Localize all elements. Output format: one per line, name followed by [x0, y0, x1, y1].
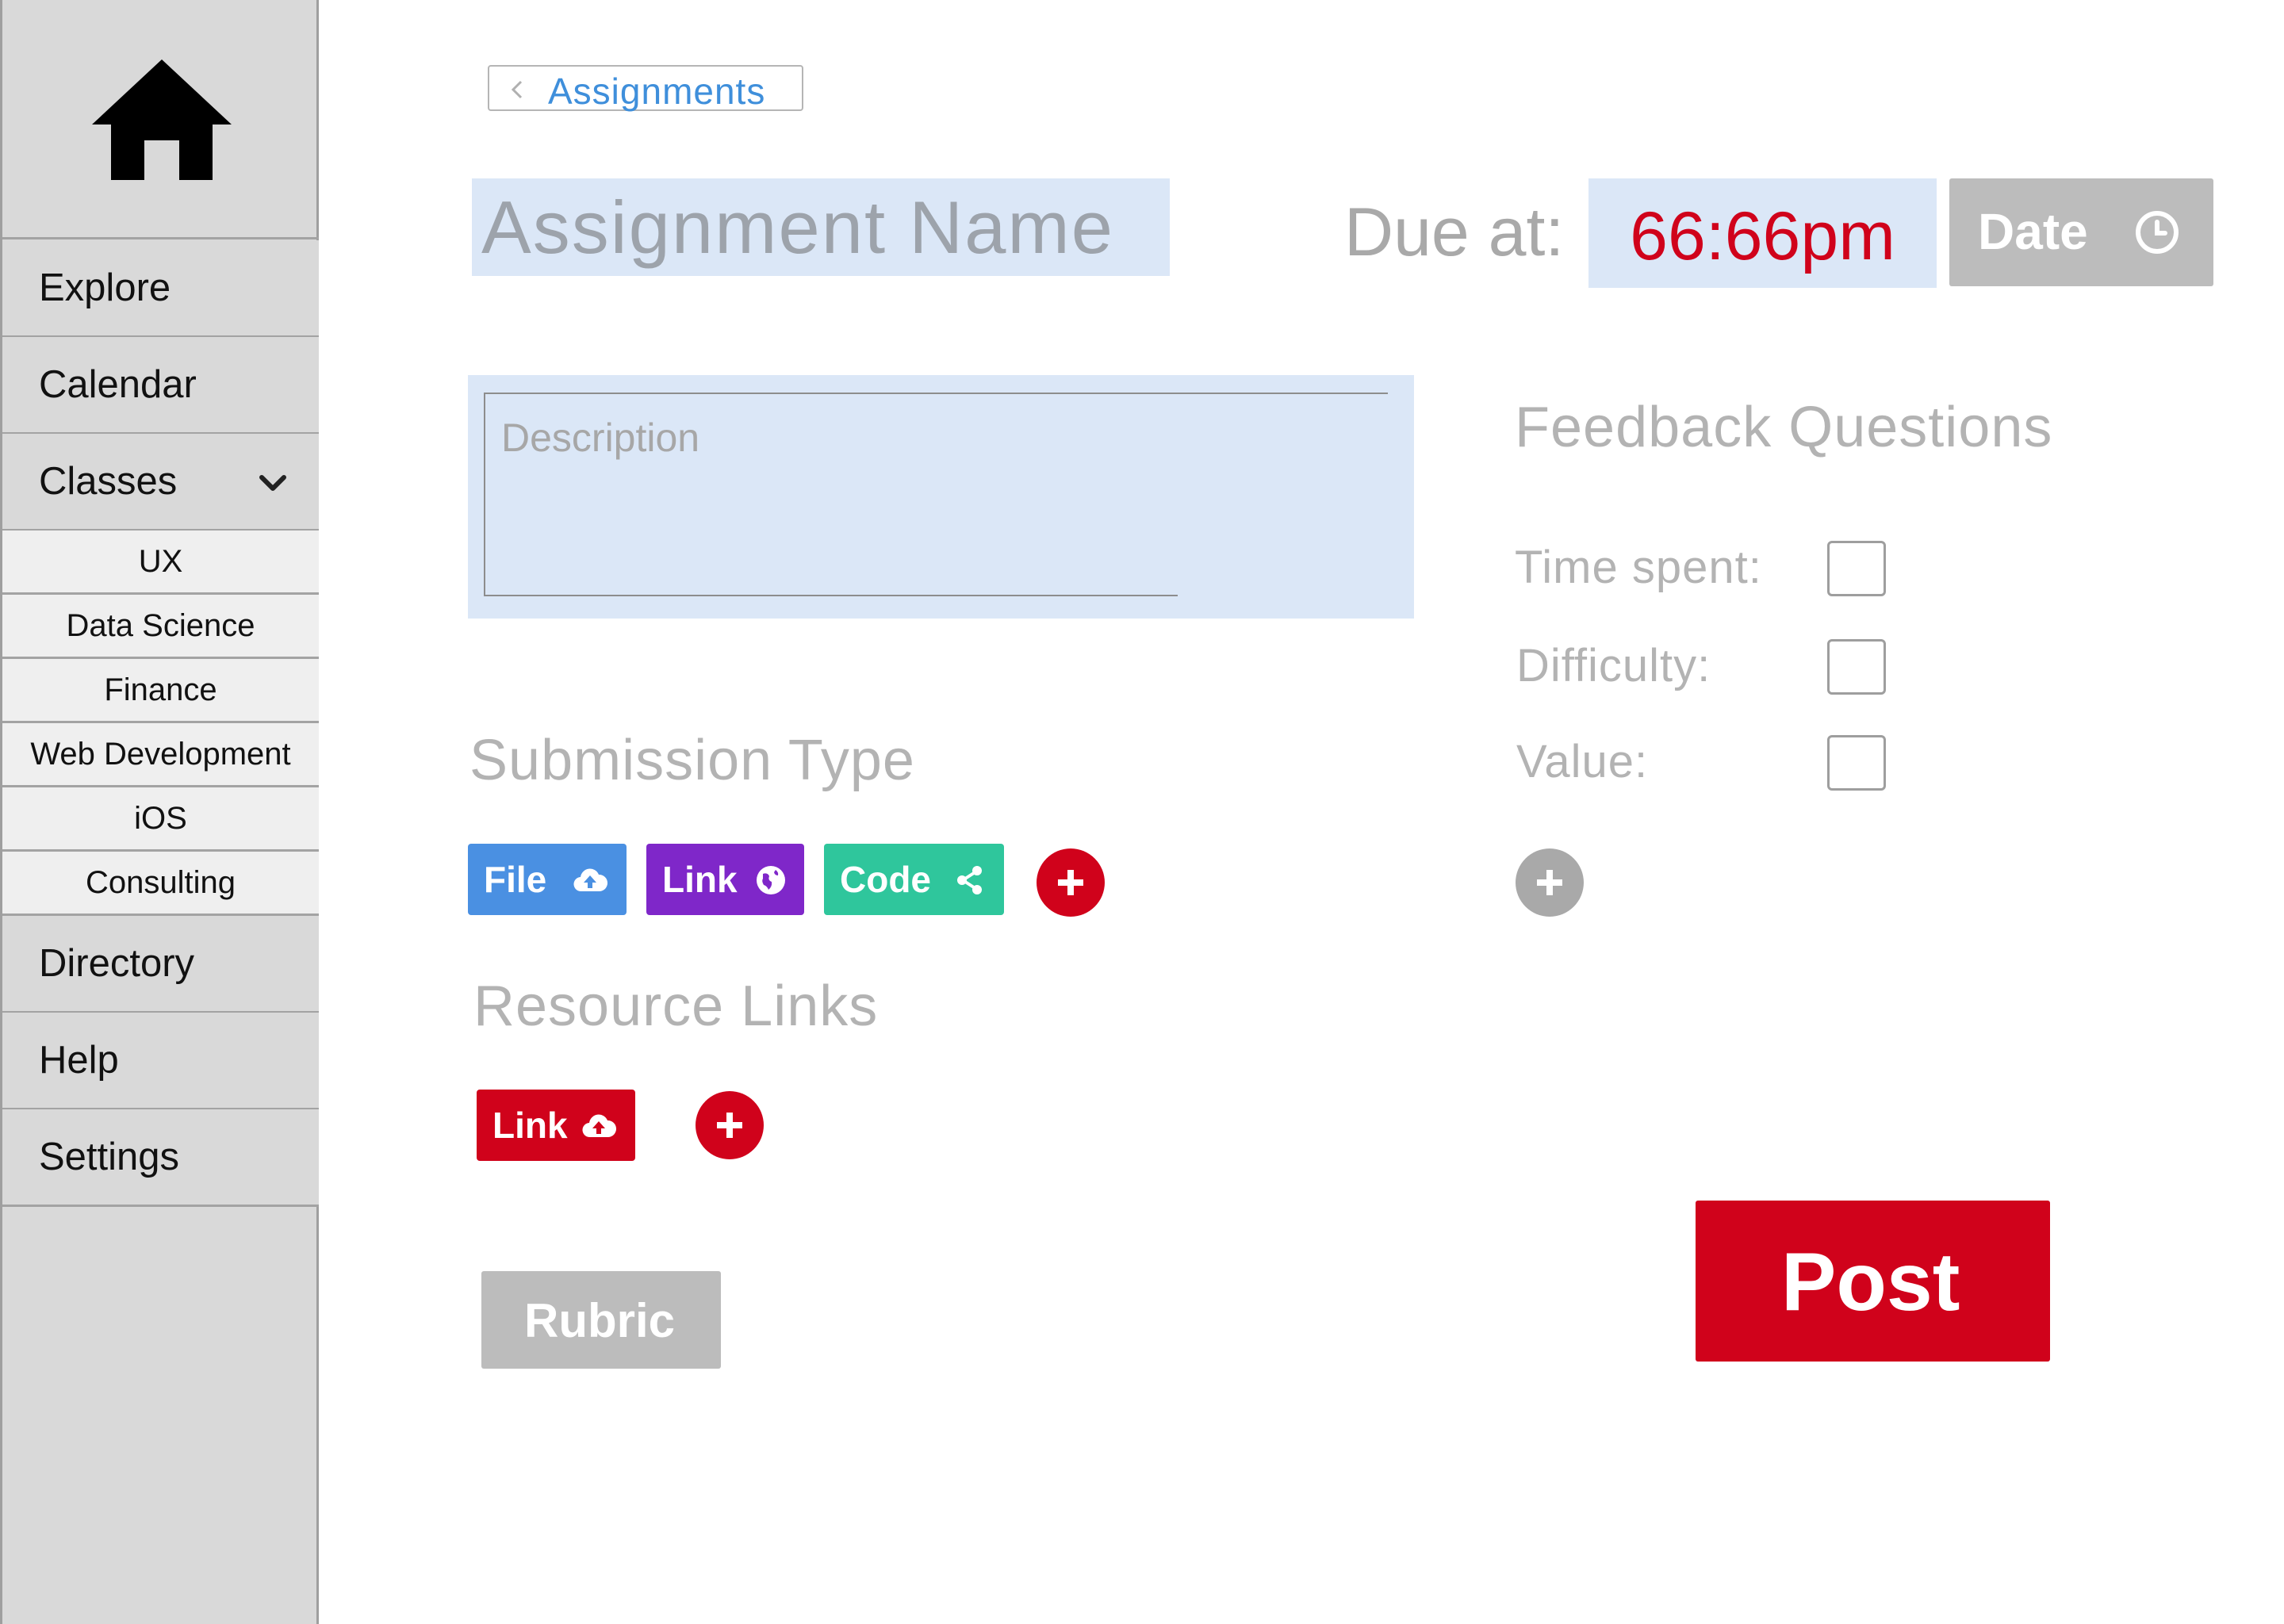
- class-label: Web Development: [30, 736, 291, 772]
- date-picker-button[interactable]: Date: [1949, 178, 2213, 286]
- class-label: Finance: [104, 672, 217, 707]
- plus-icon: [1537, 870, 1562, 895]
- chevron-left-icon: [511, 80, 523, 99]
- cloud-upload-icon: [573, 868, 607, 892]
- sidebar-item-label: Explore: [39, 266, 171, 309]
- back-to-assignments-button[interactable]: Assignments: [488, 65, 803, 112]
- sidebar: Explore Calendar Classes UX Data Science…: [0, 0, 319, 1624]
- description-input[interactable]: [490, 399, 1378, 589]
- sidebar-item-label: Help: [39, 1039, 119, 1082]
- sidebar-item-label: Classes: [39, 460, 178, 503]
- sidebar-item-explore[interactable]: Explore: [2, 240, 319, 338]
- class-label: Consulting: [85, 864, 236, 900]
- plus-icon: [1058, 870, 1083, 895]
- feedback-checkbox-time-spent[interactable]: [1827, 541, 1886, 596]
- home-button[interactable]: [2, 0, 319, 239]
- sidebar-class-finance[interactable]: Finance: [2, 659, 319, 723]
- resource-link-chip[interactable]: Link: [477, 1090, 635, 1161]
- divider: [484, 393, 485, 596]
- due-time-input[interactable]: [1588, 178, 1937, 288]
- class-label: UX: [138, 543, 183, 579]
- sidebar-item-directory[interactable]: Directory: [2, 916, 319, 1013]
- feedback-questions-title: Feedback Questions: [1515, 396, 2053, 459]
- class-label: Data Science: [66, 607, 255, 643]
- chip-label: File: [484, 859, 547, 900]
- add-resource-link-button[interactable]: [696, 1091, 764, 1159]
- add-feedback-question-button[interactable]: [1516, 848, 1584, 917]
- feedback-checkbox-difficulty[interactable]: [1827, 639, 1886, 695]
- back-label: Assignments: [548, 71, 766, 112]
- home-icon: [92, 59, 232, 180]
- sidebar-class-ux[interactable]: UX: [2, 530, 319, 595]
- globe-icon: [757, 866, 785, 894]
- post-button-label: Post: [1781, 1236, 1960, 1328]
- sidebar-item-label: Settings: [39, 1136, 180, 1178]
- submission-type-code[interactable]: Code: [824, 844, 1004, 915]
- sidebar-item-calendar[interactable]: Calendar: [2, 337, 319, 435]
- submission-type-title: Submission Type: [469, 729, 915, 792]
- divider: [484, 595, 1178, 596]
- sidebar-class-consulting[interactable]: Consulting: [2, 852, 319, 916]
- due-label: Due at:: [1344, 194, 1565, 270]
- cloud-upload-icon: [582, 1114, 616, 1138]
- feedback-label-value: Value:: [1516, 736, 1649, 787]
- assignment-name-input[interactable]: [472, 178, 1170, 276]
- chip-label: Link: [662, 859, 738, 900]
- feedback-label-time-spent: Time spent:: [1515, 542, 1762, 593]
- share-icon: [957, 866, 982, 894]
- sidebar-class-web-development[interactable]: Web Development: [2, 723, 319, 787]
- sidebar-class-ios[interactable]: iOS: [2, 787, 319, 852]
- sidebar-item-label: Calendar: [39, 363, 197, 406]
- feedback-label-difficulty: Difficulty:: [1516, 640, 1711, 691]
- sidebar-item-help[interactable]: Help: [2, 1013, 319, 1110]
- date-button-label: Date: [1978, 203, 2088, 260]
- submission-type-file[interactable]: File: [468, 844, 627, 915]
- divider: [484, 393, 1388, 394]
- sidebar-item-label: Directory: [39, 942, 195, 985]
- sidebar-class-data-science[interactable]: Data Science: [2, 595, 319, 659]
- rubric-button-label: Rubric: [524, 1294, 676, 1347]
- class-label: iOS: [134, 800, 187, 836]
- rubric-button[interactable]: Rubric: [481, 1271, 721, 1369]
- resource-links-title: Resource Links: [473, 975, 879, 1038]
- sidebar-item-classes[interactable]: Classes: [2, 434, 319, 531]
- feedback-checkbox-value[interactable]: [1827, 735, 1886, 791]
- sidebar-item-settings[interactable]: Settings: [2, 1109, 319, 1207]
- plus-icon: [717, 1113, 742, 1138]
- submission-type-link[interactable]: Link: [646, 844, 804, 915]
- chip-label: Code: [840, 859, 931, 900]
- chevron-down-icon: [259, 475, 286, 491]
- description-field: [468, 375, 1414, 619]
- post-button[interactable]: Post: [1696, 1201, 2050, 1362]
- clock-icon: [2136, 211, 2179, 254]
- add-submission-type-button[interactable]: [1037, 848, 1105, 917]
- chip-label: Link: [492, 1105, 568, 1146]
